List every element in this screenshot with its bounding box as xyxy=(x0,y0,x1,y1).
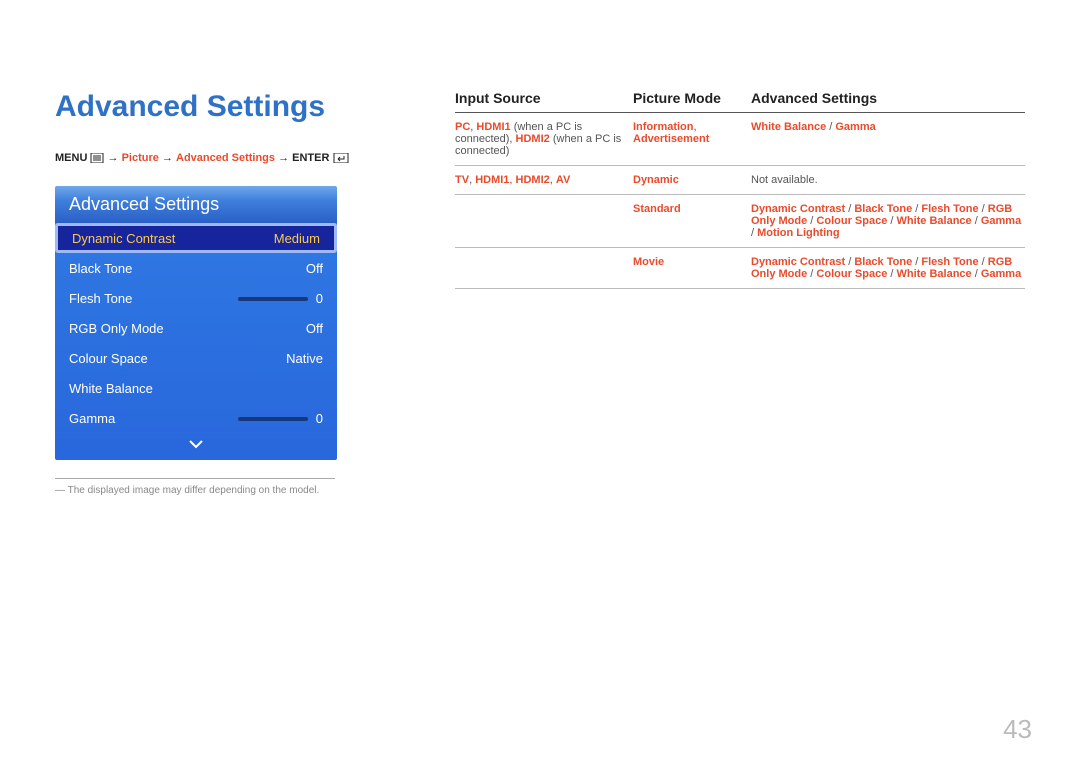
panel-row-black-tone[interactable]: Black Tone Off xyxy=(55,253,337,283)
right-column: Input Source Picture Mode Advanced Setti… xyxy=(455,90,1025,496)
breadcrumb: MENU → Picture → Advanced Settings → ENT… xyxy=(55,152,395,164)
slider-icon xyxy=(238,417,308,421)
breadcrumb-enter: ENTER xyxy=(292,152,329,164)
table-row: Standard Dynamic Contrast / Black Tone /… xyxy=(455,194,1025,248)
table-header: Input Source Picture Mode Advanced Setti… xyxy=(455,90,1025,113)
panel-row-gamma[interactable]: Gamma 0 xyxy=(55,403,337,433)
panel-row-flesh-tone[interactable]: Flesh Tone 0 xyxy=(55,283,337,313)
table-row: Movie Dynamic Contrast / Black Tone / Fl… xyxy=(455,248,1025,289)
breadcrumb-menu: MENU xyxy=(55,152,87,164)
panel-row-colour-space[interactable]: Colour Space Native xyxy=(55,343,337,373)
breadcrumb-picture: Picture xyxy=(122,152,159,164)
chevron-down-icon[interactable] xyxy=(55,433,337,460)
panel-row-white-balance[interactable]: White Balance xyxy=(55,373,337,403)
table-row: TV, HDMI1, HDMI2, AV Dynamic Not availab… xyxy=(455,166,1025,194)
page-title: Advanced Settings xyxy=(55,90,395,124)
breadcrumb-advanced: Advanced Settings xyxy=(176,152,275,164)
menu-icon xyxy=(90,152,104,164)
enter-icon xyxy=(333,152,349,164)
left-column: Advanced Settings MENU → Picture → Advan… xyxy=(55,90,395,496)
slider-icon xyxy=(238,297,308,301)
panel-row-dynamic-contrast[interactable]: Dynamic Contrast Medium xyxy=(55,223,337,253)
footnote: ― The displayed image may differ dependi… xyxy=(55,485,395,496)
page-number: 43 xyxy=(1003,714,1032,745)
settings-panel: Advanced Settings Dynamic Contrast Mediu… xyxy=(55,186,337,460)
panel-row-rgb-only[interactable]: RGB Only Mode Off xyxy=(55,313,337,343)
settings-table: Input Source Picture Mode Advanced Setti… xyxy=(455,90,1025,289)
panel-header: Advanced Settings xyxy=(55,186,337,223)
table-row: PC, HDMI1 (when a PC is connected), HDMI… xyxy=(455,113,1025,166)
